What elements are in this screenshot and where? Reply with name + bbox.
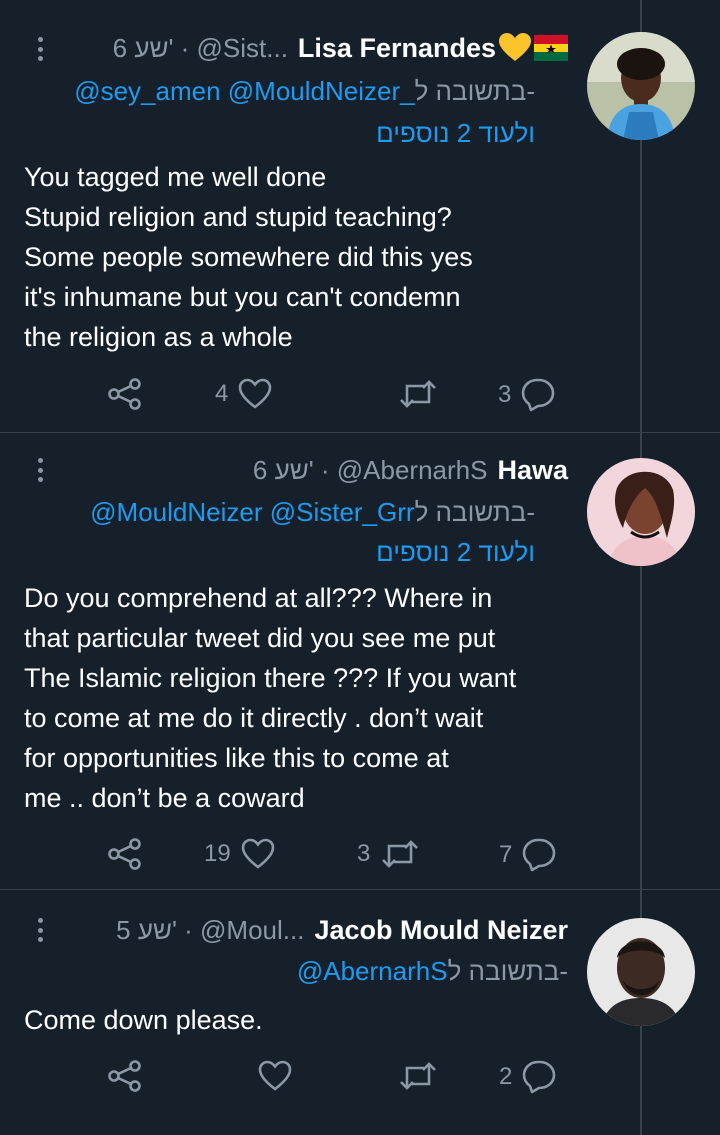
retweet-button[interactable] [388,378,438,410]
reply-mentions[interactable]: @sey_amen @MouldNeizer_ [74,76,414,106]
more-vertical-icon[interactable] [30,34,50,64]
reply-prefix: בתשובה ל- [414,76,535,106]
retweet-icon [400,380,436,408]
heart-icon [241,838,275,869]
more-vertical-icon[interactable] [30,915,50,945]
like-button[interactable]: 19 [204,838,275,870]
reply-button[interactable]: 2 [499,1060,556,1094]
tweet-item[interactable]: 6 שע' · @AbernarhS Hawa @MouldNeizer @Si… [0,433,720,890]
share-icon [108,838,141,870]
share-button[interactable] [108,1060,142,1092]
like-button[interactable] [248,1060,292,1092]
tweet-meta: 5 שע' · @Moul... [116,914,305,945]
heart-icon [239,378,272,409]
heart-icon [258,1060,292,1091]
more-vertical-icon[interactable] [30,455,50,485]
reply-context: @sey_amen @MouldNeizer_בתשובה ל- [74,76,535,107]
reply-context: @MouldNeizer @Sister_Grrבתשובה ל- [90,497,535,528]
tweet-text: Do you comprehend at all??? Where in tha… [24,583,517,813]
retweet-count: 3 [357,840,371,867]
share-button[interactable] [108,838,142,870]
reply-count: 3 [498,381,512,408]
reply-more[interactable]: ולעוד 2 נוספים [376,118,535,149]
reply-bubble-icon [523,1060,556,1094]
avatar[interactable] [587,32,695,140]
yellow-heart-emoji [498,33,532,63]
reply-prefix: בתשובה ל- [447,956,568,986]
tweet-header: 6 שע' · @Sist... Lisa Fernandes [113,30,568,66]
author-name[interactable]: Lisa Fernandes [298,33,496,64]
retweet-button[interactable]: 3 [357,838,420,870]
tweet-meta: 6 שע' · @AbernarhS [252,454,488,485]
reply-context: @AbernarhSבתשובה ל- [297,956,568,987]
reply-bubble-icon [522,378,555,412]
reply-count: 7 [499,841,513,868]
reply-more-link[interactable]: ולעוד 2 נוספים [376,118,535,148]
reply-mentions[interactable]: @AbernarhS [297,956,448,986]
share-button[interactable] [108,378,142,410]
tweet-header: 5 שע' · @Moul... Jacob Mould Neizer [116,912,568,948]
reply-count: 2 [499,1063,513,1090]
like-button[interactable]: 4 [215,378,272,410]
retweet-icon [382,840,419,868]
retweet-button[interactable] [388,1060,438,1092]
like-count: 4 [215,380,229,407]
like-count: 19 [204,840,231,867]
reply-more-link[interactable]: ולעוד 2 נוספים [376,537,535,567]
reply-bubble-icon [523,838,556,872]
reply-button[interactable]: 7 [499,838,556,872]
author-name[interactable]: Jacob Mould Neizer [314,915,568,946]
tweet-item[interactable]: 6 שע' · @Sist... Lisa Fernandes @sey_ame… [0,0,720,433]
tweet-header: 6 שע' · @AbernarhS Hawa [253,452,568,488]
reply-mentions[interactable]: @MouldNeizer @Sister_Grr [90,497,414,527]
tweet-text: Come down please. [24,1005,263,1035]
avatar[interactable] [587,918,695,1026]
reply-button[interactable]: 3 [498,378,555,412]
tweet-item[interactable]: 5 שע' · @Moul... Jacob Mould Neizer @Abe… [0,890,720,1135]
reply-more[interactable]: ולעוד 2 נוספים [376,537,535,568]
tweet-meta: 6 שע' · @Sist... [112,32,288,63]
author-name[interactable]: Hawa [497,455,568,486]
reply-prefix: בתשובה ל- [414,497,535,527]
share-icon [108,1060,141,1092]
retweet-icon [400,1062,436,1090]
avatar[interactable] [587,458,695,566]
tweet-text: You tagged me well done Stupid religion … [24,162,473,352]
ghana-flag-emoji [534,35,568,61]
share-icon [108,378,141,410]
